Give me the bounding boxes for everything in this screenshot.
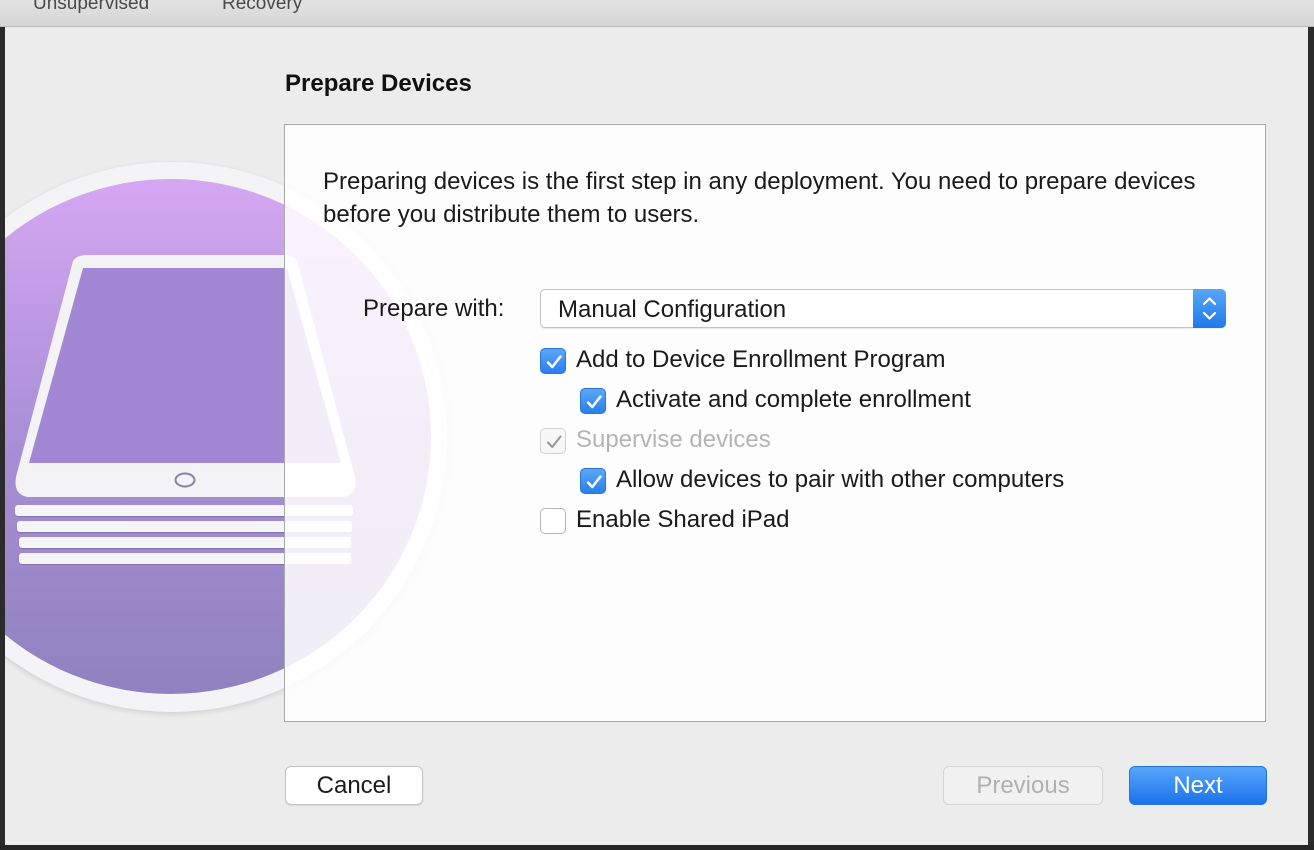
next-button[interactable]: Next [1129, 766, 1267, 805]
tab-unsupervised[interactable]: Unsupervised [33, 0, 149, 15]
option-label: Activate and complete enrollment [616, 386, 971, 413]
options-panel: Preparing devices is the first step in a… [284, 124, 1266, 722]
checkmark-icon [546, 435, 562, 449]
checkmark-icon [546, 355, 562, 369]
checkmark-icon [586, 475, 602, 489]
prepare-with-popup[interactable]: Manual Configuration [540, 289, 1226, 328]
checkbox-add-to-dep[interactable] [540, 348, 566, 374]
option-label: Add to Device Enrollment Program [576, 346, 946, 373]
sheet-title: Prepare Devices [285, 70, 472, 97]
checkbox-allow-pairing[interactable] [580, 468, 606, 494]
prepare-devices-sheet: Prepare Devices Preparing devices is the… [5, 27, 1308, 845]
window-bottom-edge [0, 845, 1314, 850]
checkbox-supervise-devices [540, 428, 566, 454]
tab-recovery[interactable]: Recovery [222, 0, 302, 15]
option-label: Enable Shared iPad [576, 506, 790, 533]
previous-button: Previous [943, 766, 1103, 805]
prepare-with-value: Manual Configuration [558, 296, 787, 323]
toolbar: Unsupervised Recovery [0, 0, 1314, 27]
option-label: Allow devices to pair with other compute… [616, 466, 1065, 493]
description-text: Preparing devices is the first step in a… [323, 168, 1196, 228]
checkmark-icon [586, 395, 602, 409]
option-label: Supervise devices [576, 426, 771, 453]
cancel-button[interactable]: Cancel [285, 766, 423, 805]
checkbox-activate-enrollment[interactable] [580, 388, 606, 414]
checkbox-shared-ipad[interactable] [540, 508, 566, 534]
up-down-arrows-icon [1193, 289, 1226, 328]
prepare-with-label: Prepare with: [363, 295, 505, 322]
